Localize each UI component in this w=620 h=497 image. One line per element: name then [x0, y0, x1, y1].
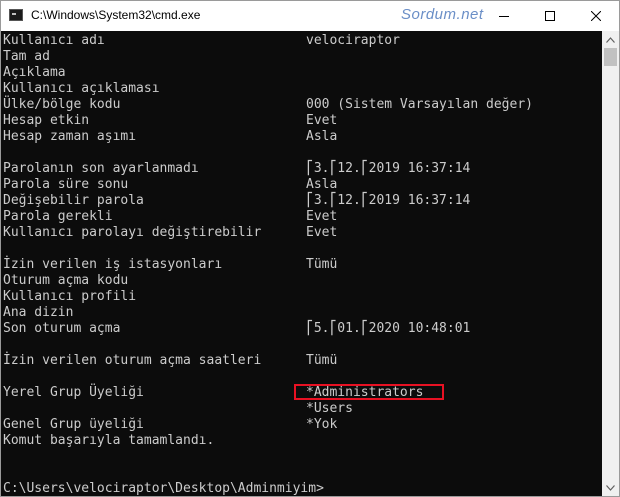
console-label: Parola gerekli [3, 209, 113, 224]
console-label: Komut başarıyla tamamlandı. [3, 433, 215, 448]
console-label: Kullanıcı parolayı değiştirebilir [3, 225, 262, 240]
console-label: Kullanıcı adı [3, 33, 105, 48]
chevron-up-icon [606, 36, 615, 43]
console-label: İzin verilen iş istasyonları [3, 257, 223, 272]
console-label: Yerel Grup Üyeliği [3, 385, 144, 400]
console-label: Son oturum açma [3, 321, 121, 336]
minimize-button[interactable] [481, 1, 527, 31]
close-icon [591, 11, 601, 21]
cmd-window: C:\Windows\System32\cmd.exe Sordum.net K… [0, 0, 620, 497]
console-line: *Users [3, 401, 602, 417]
console-label: Değişebilir parola [3, 193, 144, 208]
close-button[interactable] [573, 1, 619, 31]
scroll-thumb[interactable] [604, 48, 617, 66]
console-label: Oturum açma kodu [3, 273, 129, 288]
watermark-logo: Sordum.net [401, 6, 484, 23]
console-value: *Users [306, 401, 353, 416]
console-line: İzin verilen iş istasyonları Tümü [3, 257, 602, 273]
console-value: *Yok [306, 417, 338, 432]
console-label: Genel Grup üyeliği [3, 417, 144, 432]
console-line: Açıklama [3, 65, 602, 81]
console-line: Değişebilir parola ⎡3.⎡12.⎡2019 16:37:14 [3, 193, 602, 209]
console-value: ⎡5.⎡01.⎡2020 10:48:01 [306, 321, 471, 336]
console-line: İzin verilen oturum açma saatleri Tümü [3, 353, 602, 369]
window-title: C:\Windows\System32\cmd.exe [31, 8, 201, 22]
console-line: Kullanıcı adı velociraptor [3, 33, 602, 49]
console-line: Hesap zaman aşımı Asla [3, 129, 602, 145]
console-line: Genel Grup üyeliği *Yok [3, 417, 602, 433]
cmd-icon[interactable] [9, 9, 23, 21]
scroll-up-button[interactable] [602, 31, 619, 48]
maximize-icon [545, 11, 555, 21]
console-value: Tümü [306, 353, 338, 368]
highlight-box [294, 384, 444, 400]
console-prompt[interactable]: C:\Users\velociraptor\Desktop\Adminmiyim… [3, 481, 324, 496]
console-value: Asla [306, 177, 338, 192]
console-value: Evet [306, 225, 338, 240]
console-line: Parola süre sonu Asla [3, 177, 602, 193]
console-label: Kullanıcı açıklaması [3, 81, 160, 96]
console-value: 000 (Sistem Varsayılan değer) [306, 97, 533, 112]
console-line: Oturum açma kodu [3, 273, 602, 289]
console-label: Ana dizin [3, 305, 74, 320]
console-label: Hesap etkin [3, 113, 90, 128]
console-line: Hesap etkin Evet [3, 113, 602, 129]
console-label: Kullanıcı profili [3, 289, 137, 304]
console-output[interactable]: Kullanıcı adı velociraptor Tam ad Açıklam… [1, 31, 602, 496]
console-label: Hesap zaman aşımı [3, 129, 137, 144]
console-line: Tam ad [3, 49, 602, 65]
console-line: Parolanın son ayarlanmadı ⎡3.⎡12.⎡2019 16… [3, 161, 602, 177]
console-line: Kullanıcı parolayı değiştirebilir Evet [3, 225, 602, 241]
console-prompt-line[interactable]: C:\Users\velociraptor\Desktop\Adminmiyim… [3, 481, 602, 496]
console-label: Parola süre sonu [3, 177, 129, 192]
console-label: Ülke/bölge kodu [3, 97, 121, 112]
maximize-button[interactable] [527, 1, 573, 31]
minimize-icon [499, 16, 509, 17]
console-line: Son oturum açma ⎡5.⎡01.⎡2020 10:48:01 [3, 321, 602, 337]
console-value: Tümü [306, 257, 338, 272]
console-line: Ülke/bölge kodu 000 (Sistem Varsayılan de… [3, 97, 602, 113]
console-label: Parolanın son ayarlanmadı [3, 161, 199, 176]
console-value: ⎡3.⎡12.⎡2019 16:37:14 [306, 193, 471, 208]
console-line: Ana dizin [3, 305, 602, 321]
console-line: Kullanıcı profili [3, 289, 602, 305]
console-value: Evet [306, 113, 338, 128]
console-label: İzin verilen oturum açma saatleri [3, 353, 262, 368]
console-label: Açıklama [3, 65, 66, 80]
chevron-down-icon [606, 484, 615, 491]
scroll-down-button[interactable] [602, 479, 619, 496]
console-line: Parola gerekli Evet [3, 209, 602, 225]
vertical-scrollbar[interactable] [602, 31, 619, 496]
console-value: velociraptor [306, 33, 400, 48]
console-label: Tam ad [3, 49, 50, 64]
console-value: ⎡3.⎡12.⎡2019 16:37:14 [306, 161, 471, 176]
console-line: Komut başarıyla tamamlandı. [3, 433, 602, 449]
console-line: Kullanıcı açıklaması [3, 81, 602, 97]
console-value: Evet [306, 209, 338, 224]
title-bar[interactable]: C:\Windows\System32\cmd.exe Sordum.net [1, 1, 619, 31]
console-value: Asla [306, 129, 338, 144]
